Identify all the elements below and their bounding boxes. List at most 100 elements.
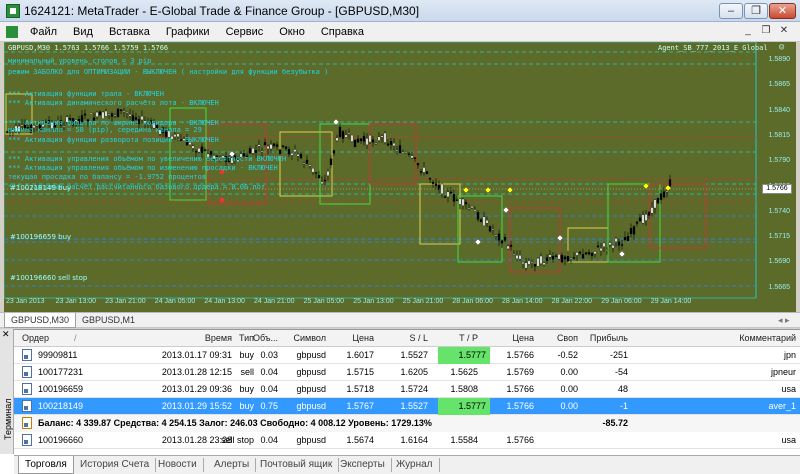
- col-symbol[interactable]: Символ: [282, 330, 326, 347]
- candle-body: [335, 137, 339, 141]
- candle-body: [296, 154, 300, 157]
- order-symbol: gbpusd: [296, 350, 326, 360]
- candle-body: [461, 198, 465, 206]
- candle-body: [299, 153, 303, 159]
- close-button[interactable]: ✕: [769, 3, 796, 19]
- col-volume[interactable]: Объ...: [248, 330, 278, 347]
- menu-view[interactable]: Вид: [65, 26, 101, 38]
- candle-body: [530, 261, 534, 263]
- order-price: 1.5715: [346, 367, 374, 377]
- candle-body: [656, 198, 660, 204]
- order-profit: -1: [619, 401, 628, 411]
- candle-body: [113, 114, 117, 117]
- orders-header: Ордер / Время Тип Объ... Символ Цена S /…: [14, 330, 800, 347]
- candle-body: [485, 219, 489, 224]
- trade-marker: [618, 250, 626, 258]
- candle-body: [512, 254, 516, 256]
- candle-body: [326, 170, 330, 176]
- time-tick-label: 24 Jan 21:00: [254, 298, 295, 305]
- pending-volume: 0.04: [260, 435, 278, 445]
- candle-body: [320, 181, 324, 184]
- candle-body: [374, 142, 378, 145]
- minimize-button[interactable]: –: [719, 3, 743, 19]
- terminal-tab-2[interactable]: Новости: [152, 458, 204, 472]
- pending-order-row[interactable]: 100196660 2013.01.28 23:28 sell stop 0.0…: [14, 432, 800, 449]
- order-row[interactable]: 99909811 2013.01.17 09:31 buy 0.03 gbpusd 1.6…: [14, 347, 800, 364]
- order-icon: [22, 349, 32, 361]
- mdi-restore-button[interactable]: ❐: [758, 24, 774, 39]
- terminal-tab-3[interactable]: Алерты: [208, 458, 257, 472]
- col-tp[interactable]: T / P: [438, 330, 478, 347]
- window-title: 1624121: MetaTrader - E-Global Trade & F…: [24, 3, 420, 18]
- candle-body: [116, 108, 120, 118]
- order-row[interactable]: 100177231 2013.01.28 12:15 sell 0.04 gbpusd 1…: [14, 364, 800, 381]
- trade-marker: [462, 186, 470, 194]
- order-comment: aver_1: [768, 401, 796, 411]
- expert-name: Agent_SB_777_2013_E Global: [658, 44, 768, 52]
- candle-body: [311, 168, 315, 173]
- candle-body: [542, 262, 546, 265]
- col-sl[interactable]: S / L: [380, 330, 428, 347]
- level-box: [509, 207, 561, 273]
- candle-body: [410, 155, 414, 159]
- level-box: [607, 183, 661, 263]
- menu-tools[interactable]: Сервис: [218, 26, 272, 38]
- terminal-tab-5[interactable]: Эксперты: [334, 458, 392, 472]
- terminal-tab-0[interactable]: Торговля: [18, 456, 74, 474]
- tab-scroll-arrows-icon[interactable]: ◂ ▸: [772, 313, 796, 328]
- col-price[interactable]: Цена: [334, 330, 374, 347]
- candle-body: [608, 242, 612, 245]
- terminal-tab-4[interactable]: Почтовый ящик: [254, 458, 340, 472]
- expert-comment-line: *** Активация динамического расчёта лота…: [8, 99, 219, 107]
- maximize-button[interactable]: ❐: [744, 3, 768, 19]
- menu-insert[interactable]: Вставка: [101, 26, 158, 38]
- candle-body: [428, 178, 432, 180]
- time-tick-label: 24 Jan 13:00: [204, 298, 245, 305]
- candle-body: [533, 264, 537, 267]
- candle-body: [560, 255, 564, 263]
- candle-body: [611, 245, 615, 249]
- candle-body: [110, 113, 114, 117]
- candle-body: [494, 234, 498, 237]
- candle-body: [416, 163, 420, 166]
- time-tick-label: 25 Jan 21:00: [402, 298, 444, 305]
- candle-body: [536, 258, 540, 267]
- candle-body: [128, 114, 132, 117]
- candle-body: [425, 171, 429, 174]
- current-price-marker: 1.5766: [762, 184, 792, 194]
- col-cur-price[interactable]: Цена: [492, 330, 534, 347]
- level-box: [279, 131, 333, 197]
- order-row[interactable]: 100196659 2013.01.29 09:36 buy 0.04 gbpusd 1.…: [14, 381, 800, 398]
- menu-bar: Файл Вид Вставка Графики Сервис Окно Спр…: [0, 22, 800, 42]
- terminal-tab-1[interactable]: История Счета: [74, 458, 157, 472]
- col-comment[interactable]: Комментарий: [694, 330, 796, 347]
- pending-order-icon: [22, 434, 32, 446]
- menu-help[interactable]: Справка: [313, 26, 372, 38]
- chart-tab-bar: GBPUSD,M30 GBPUSD,M1 ◂ ▸: [0, 312, 800, 328]
- order-row[interactable]: 100218149 2013.01.29 15:52 buy 0.75 gbpusd 1.…: [14, 398, 800, 415]
- total-profit: -85.72: [602, 418, 628, 428]
- terminal-side-bar: ✕ Терминал: [0, 329, 14, 454]
- menu-file[interactable]: Файл: [22, 26, 65, 38]
- terminal-close-icon[interactable]: ✕: [2, 329, 10, 340]
- candle-body: [287, 148, 291, 155]
- col-order[interactable]: Ордер: [22, 330, 49, 347]
- price-chart[interactable]: GBPUSD,M30 1.5763 1.5766 1.5759 1.5766 A…: [4, 42, 796, 312]
- chart-tab-gbpusd-m1[interactable]: GBPUSD,M1: [76, 313, 141, 328]
- candle-body: [626, 235, 630, 241]
- mdi-minimize-button[interactable]: _: [740, 24, 756, 39]
- order-order: 99909811: [38, 350, 78, 360]
- menu-charts[interactable]: Графики: [158, 26, 218, 38]
- col-profit[interactable]: Прибыль: [570, 330, 628, 347]
- chart-tab-gbpusd-m30[interactable]: GBPUSD,M30: [4, 313, 77, 328]
- candle-body: [632, 226, 636, 235]
- menu-window[interactable]: Окно: [271, 26, 313, 38]
- candle-body: [362, 135, 366, 142]
- price-tick-label: 1.5840: [768, 106, 790, 114]
- candle-body: [458, 198, 462, 205]
- account-summary: Баланс: 4 339.87 Средства: 4 254.15 Зало…: [38, 418, 432, 428]
- mdi-close-button[interactable]: ✕: [776, 24, 792, 39]
- candle-body: [599, 248, 603, 251]
- terminal-tab-6[interactable]: Журнал: [390, 458, 440, 472]
- expert-comment-line: ширина канала = 58 (pip), середина канал…: [8, 126, 202, 134]
